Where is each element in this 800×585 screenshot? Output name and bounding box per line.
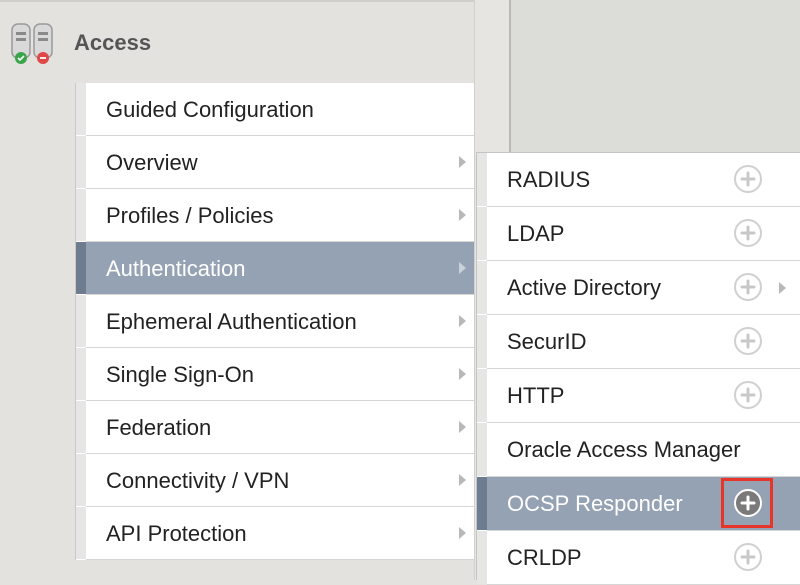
submenu-item-oracle-access-manager[interactable]: Oracle Access Manager xyxy=(477,423,800,477)
menu-item-gutter xyxy=(76,348,86,400)
menu-item-label: API Protection xyxy=(106,521,247,546)
add-plus-icon[interactable] xyxy=(733,218,763,248)
submenu-arrow-icon xyxy=(779,282,786,294)
menu-item-gutter xyxy=(76,295,86,347)
menu-item-gutter xyxy=(76,507,86,559)
submenu-item-gutter xyxy=(477,531,487,584)
menu-item-label: Overview xyxy=(106,150,198,175)
add-plus-icon[interactable] xyxy=(733,326,763,356)
add-plus-icon[interactable] xyxy=(733,542,763,572)
access-title: Access xyxy=(74,30,152,55)
menu-item-overview[interactable]: Overview xyxy=(76,136,474,189)
submenu-item-gutter xyxy=(477,477,487,530)
submenu-arrow-icon xyxy=(459,315,466,327)
submenu-arrow-icon xyxy=(459,368,466,380)
menu-item-label: Profiles / Policies xyxy=(106,203,274,228)
submenu-arrow-icon xyxy=(459,474,466,486)
menu-item-label: Single Sign-On xyxy=(106,362,254,387)
submenu-arrow-icon xyxy=(459,527,466,539)
menu-item-label: Ephemeral Authentication xyxy=(106,309,357,334)
menu-item-gutter xyxy=(76,401,86,453)
submenu-item-gutter xyxy=(477,369,487,422)
menu-item-profiles-policies[interactable]: Profiles / Policies xyxy=(76,189,474,242)
submenu-item-gutter xyxy=(477,423,487,476)
submenu-item-gutter xyxy=(477,261,487,314)
menu-item-gutter xyxy=(76,83,86,135)
menu-item-federation[interactable]: Federation xyxy=(76,401,474,454)
submenu-item-label: OCSP Responder xyxy=(507,491,683,516)
add-plus-icon[interactable] xyxy=(733,164,763,194)
authentication-submenu: RADIUS LDAP Active Directory SecurID HTTP Ora… xyxy=(476,152,800,585)
submenu-arrow-icon xyxy=(459,262,466,274)
submenu-item-label: HTTP xyxy=(507,383,565,408)
menu-item-gutter xyxy=(76,454,86,506)
submenu-item-label: LDAP xyxy=(507,221,565,246)
submenu-item-label: CRLDP xyxy=(507,545,582,570)
submenu-item-gutter xyxy=(477,207,487,260)
access-menu: Guided Configuration Overview Profiles / P… xyxy=(75,83,474,560)
access-policy-icon xyxy=(10,22,56,66)
submenu-item-label: RADIUS xyxy=(507,167,591,192)
add-plus-icon[interactable] xyxy=(733,272,763,302)
menu-item-guided-configuration[interactable]: Guided Configuration xyxy=(76,83,474,136)
submenu-arrow-icon xyxy=(459,421,466,433)
submenu-item-label: Active Directory xyxy=(507,275,662,300)
menu-item-gutter xyxy=(76,189,86,241)
menu-item-api-protection[interactable]: API Protection xyxy=(76,507,474,560)
menu-item-connectivity-vpn[interactable]: Connectivity / VPN xyxy=(76,454,474,507)
submenu-item-gutter xyxy=(477,315,487,368)
highlight-annotation-box xyxy=(721,478,773,528)
submenu-item-securid[interactable]: SecurID xyxy=(477,315,800,369)
submenu-item-label: SecurID xyxy=(507,329,587,354)
background-right-panel xyxy=(511,0,800,152)
submenu-item-ldap[interactable]: LDAP xyxy=(477,207,800,261)
submenu-item-ocsp-responder[interactable]: OCSP Responder xyxy=(477,477,800,531)
submenu-item-label: Oracle Access Manager xyxy=(507,437,741,462)
submenu-item-radius[interactable]: RADIUS xyxy=(477,153,800,207)
menu-item-gutter xyxy=(76,242,86,294)
menu-item-authentication[interactable]: Authentication xyxy=(76,242,474,295)
menu-item-single-sign-on[interactable]: Single Sign-On xyxy=(76,348,474,401)
menu-item-label: Federation xyxy=(106,415,212,440)
menu-item-label: Guided Configuration xyxy=(106,97,314,122)
submenu-item-active-directory[interactable]: Active Directory xyxy=(477,261,800,315)
menu-item-ephemeral-authentication[interactable]: Ephemeral Authentication xyxy=(76,295,474,348)
submenu-item-http[interactable]: HTTP xyxy=(477,369,800,423)
submenu-arrow-icon xyxy=(459,156,466,168)
menu-item-label: Authentication xyxy=(106,256,246,281)
access-section-header[interactable]: Access xyxy=(0,2,474,82)
submenu-item-crldp[interactable]: CRLDP xyxy=(477,531,800,585)
submenu-item-gutter xyxy=(477,153,487,206)
add-plus-icon[interactable] xyxy=(733,380,763,410)
menu-item-label: Connectivity / VPN xyxy=(106,468,290,493)
submenu-arrow-icon xyxy=(459,209,466,221)
menu-item-gutter xyxy=(76,136,86,188)
